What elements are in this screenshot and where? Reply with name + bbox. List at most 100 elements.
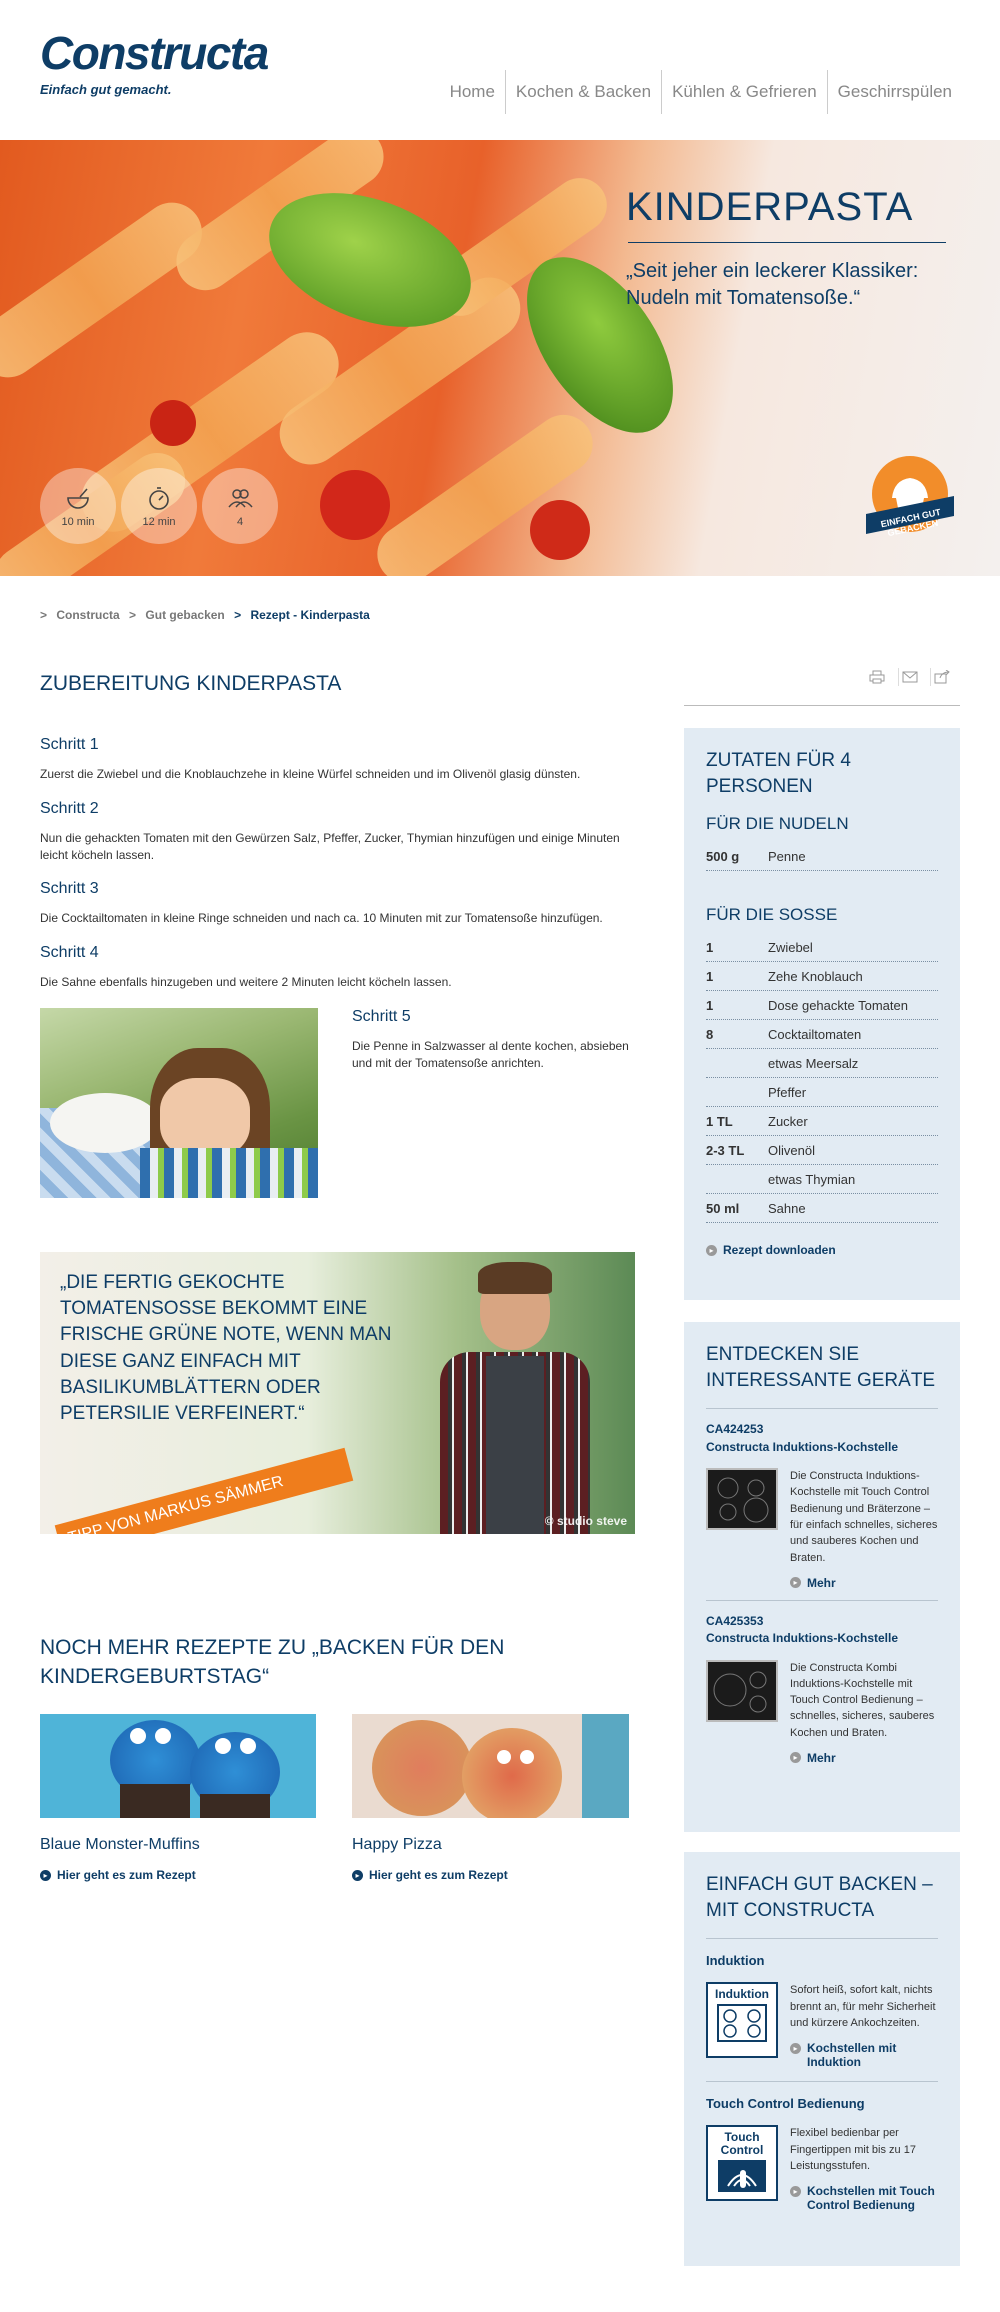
tools-divider xyxy=(684,705,960,706)
ingredient-name: Cocktailtomaten xyxy=(768,1026,862,1042)
step-3-text: Die Cocktailtomaten in kleine Ringe schn… xyxy=(40,911,603,925)
step-2-text: Nun die gehackten Tomaten mit den Gewürz… xyxy=(40,831,620,862)
device-name[interactable]: Constructa Induktions-Kochstelle xyxy=(706,1630,938,1647)
print-icon[interactable] xyxy=(866,668,888,686)
stopwatch-icon xyxy=(149,487,169,510)
nav-home[interactable]: Home xyxy=(440,70,505,114)
ingredient-row: 1 Zwiebel xyxy=(706,933,938,963)
ingredient-name: Dose gehackte Tomaten xyxy=(768,997,908,1013)
breadcrumb-sep: > xyxy=(40,608,48,622)
ingredient-name: Zwiebel xyxy=(768,939,813,955)
nav-kochen-backen[interactable]: Kochen & Backen xyxy=(504,70,661,114)
ingredients-title: ZUTATEN FÜR 4 PERSONEN xyxy=(706,750,851,798)
hero-title: KINDERPASTA xyxy=(626,185,914,229)
arrow-right-icon: ▸ xyxy=(790,2043,801,2055)
features-box: EINFACH GUT BACKEN – MIT CONSTRUCTA Indu… xyxy=(684,1852,960,2266)
monster-muffins-photo[interactable] xyxy=(40,1714,316,1818)
chef-photo xyxy=(400,1252,635,1534)
ingredient-name: Sahne xyxy=(768,1200,806,1216)
device-description: Die Constructa Induktions-Kochstelle mit… xyxy=(790,1470,938,1564)
ingredient-row: etwas Thymian xyxy=(706,1165,938,1195)
feature-description: Sofort heiß, sofort kalt, nichts brennt … xyxy=(790,1984,936,2029)
step-5-title: Schritt 5 xyxy=(352,1008,411,1025)
device-more-label: Mehr xyxy=(807,1575,836,1590)
chef-tip-banner: „DIE FERTIG GEKOCHTE TOMATENSOSSE BEKOMM… xyxy=(40,1252,635,1534)
download-recipe-link[interactable]: ▸ Rezept downloaden xyxy=(706,1243,938,1257)
breadcrumb-sep: > xyxy=(234,608,242,622)
ingredient-name: etwas Meersalz xyxy=(768,1055,859,1071)
hero-divider xyxy=(628,242,946,243)
sauce-title: FÜR DIE SOSSE xyxy=(706,905,838,925)
ingredient-qty: 2-3 TL xyxy=(706,1142,745,1158)
device-name[interactable]: Constructa Induktions-Kochstelle xyxy=(706,1439,938,1456)
logo-tagline: Einfach gut gemacht. xyxy=(40,82,172,97)
main-nav: Home Kochen & Backen Kühlen & Gefrieren … xyxy=(440,70,962,114)
photo-credit: © studio steve xyxy=(544,1514,627,1528)
feature-link[interactable]: ▸ Kochstellen mit Touch Control Bedienun… xyxy=(790,2184,938,2212)
recipe-card-title[interactable]: Happy Pizza xyxy=(352,1836,442,1854)
recipe-link[interactable]: ▸ Hier geht es zum Rezept xyxy=(40,1868,196,1882)
ingredient-row: 2-3 TL Olivenöl xyxy=(706,1136,938,1166)
devices-box: ENTDECKEN SIE INTERESSANTE GERÄTE CA4242… xyxy=(684,1322,960,1832)
step-4-text: Die Sahne ebenfalls hinzugeben und weite… xyxy=(40,975,452,989)
ingredient-row: 1 TL Zucker xyxy=(706,1107,938,1137)
step-5-text: Die Penne in Salzwasser al dente kochen,… xyxy=(352,1039,629,1070)
happy-pizza-photo[interactable] xyxy=(352,1714,629,1818)
ingredient-name: Zehe Knoblauch xyxy=(768,968,863,984)
share-icon[interactable] xyxy=(930,668,952,686)
ingredient-qty: 8 xyxy=(706,1026,714,1042)
feature-link[interactable]: ▸ Kochstellen mit Induktion xyxy=(790,2041,938,2069)
feature-title: Touch Control Bedienung xyxy=(706,2096,865,2112)
cooktop-image[interactable] xyxy=(706,1659,778,1722)
constructa-logo[interactable]: Constructa xyxy=(40,30,269,76)
people-icon xyxy=(228,489,253,508)
cooktop-image[interactable] xyxy=(706,1468,778,1531)
recipe-link-label: Hier geht es zum Rezept xyxy=(369,1868,508,1882)
child-eating-photo xyxy=(40,1008,318,1198)
device-more-label: Mehr xyxy=(807,1750,836,1765)
ingredient-qty: 1 xyxy=(706,997,714,1013)
device-item: CA425353 Constructa Induktions-Kochstell… xyxy=(706,1613,938,1765)
device-more-link[interactable]: ▸ Mehr xyxy=(790,1576,938,1590)
download-recipe-label: Rezept downloaden xyxy=(723,1243,836,1258)
mail-icon[interactable] xyxy=(898,668,920,686)
ingredient-name: Penne xyxy=(768,848,806,864)
nav-geschirrspuelen[interactable]: Geschirrspülen xyxy=(826,70,962,114)
hero-quote: „Seit jeher ein leckerer Klassiker: Nude… xyxy=(626,260,919,309)
ingredient-qty: 1 TL xyxy=(706,1113,733,1129)
feature-title: Induktion xyxy=(706,1953,765,1969)
device-code[interactable]: CA424253 xyxy=(706,1421,938,1438)
tip-quote: „DIE FERTIG GEKOCHTE TOMATENSOSSE BEKOMM… xyxy=(60,1272,392,1425)
feature-link-label: Kochstellen mit Touch Control Bedienung xyxy=(807,2184,935,2213)
breadcrumb-sep: > xyxy=(129,608,137,622)
ingredients-box: ZUTATEN FÜR 4 PERSONEN FÜR DIE NUDELN 50… xyxy=(684,728,960,1300)
recipe-card-title[interactable]: Blaue Monster-Muffins xyxy=(40,1836,200,1854)
ingredient-row: etwas Meersalz xyxy=(706,1049,938,1079)
induction-icon-label: Induktion xyxy=(715,1987,769,2002)
ingredient-row: 1 Dose gehackte Tomaten xyxy=(706,991,938,1021)
feature-link-label: Kochstellen mit Induktion xyxy=(807,2041,897,2070)
device-code[interactable]: CA425353 xyxy=(706,1613,938,1630)
noodles-title: FÜR DIE NUDELN xyxy=(706,814,849,834)
step-1-title: Schritt 1 xyxy=(40,736,99,753)
device-more-link[interactable]: ▸ Mehr xyxy=(790,1751,938,1765)
recipe-link[interactable]: ▸ Hier geht es zum Rezept xyxy=(352,1868,508,1882)
prep-time-badge: 10 min xyxy=(40,468,116,544)
step-1-text: Zuerst die Zwiebel und die Knoblauchzehe… xyxy=(40,767,581,781)
device-description: Die Constructa Kombi Induktions-Kochstel… xyxy=(790,1661,935,1739)
page-title: ZUBEREITUNG KINDERPASTA xyxy=(40,672,342,695)
cook-time-badge: 12 min xyxy=(121,468,197,544)
touch-control-icon-label: Touch Control xyxy=(720,2130,764,2157)
nav-kuehlen-gefrieren[interactable]: Kühlen & Gefrieren xyxy=(661,70,827,114)
breadcrumb: > Constructa > Gut gebacken > Rezept - K… xyxy=(40,608,376,622)
page-tools xyxy=(866,668,952,686)
breadcrumb-gut-gebacken[interactable]: Gut gebacken xyxy=(145,608,224,622)
servings-label: 4 xyxy=(236,516,244,528)
divider xyxy=(706,2081,938,2083)
device-item: CA424253 Constructa Induktions-Kochstell… xyxy=(706,1421,938,1590)
step-4-title: Schritt 4 xyxy=(40,944,99,961)
breadcrumb-constructa[interactable]: Constructa xyxy=(56,608,119,622)
arrow-right-icon: ▸ xyxy=(706,1244,717,1256)
ingredient-row: 1 Zehe Knoblauch xyxy=(706,962,938,992)
arrow-right-icon: ▸ xyxy=(790,2186,801,2198)
